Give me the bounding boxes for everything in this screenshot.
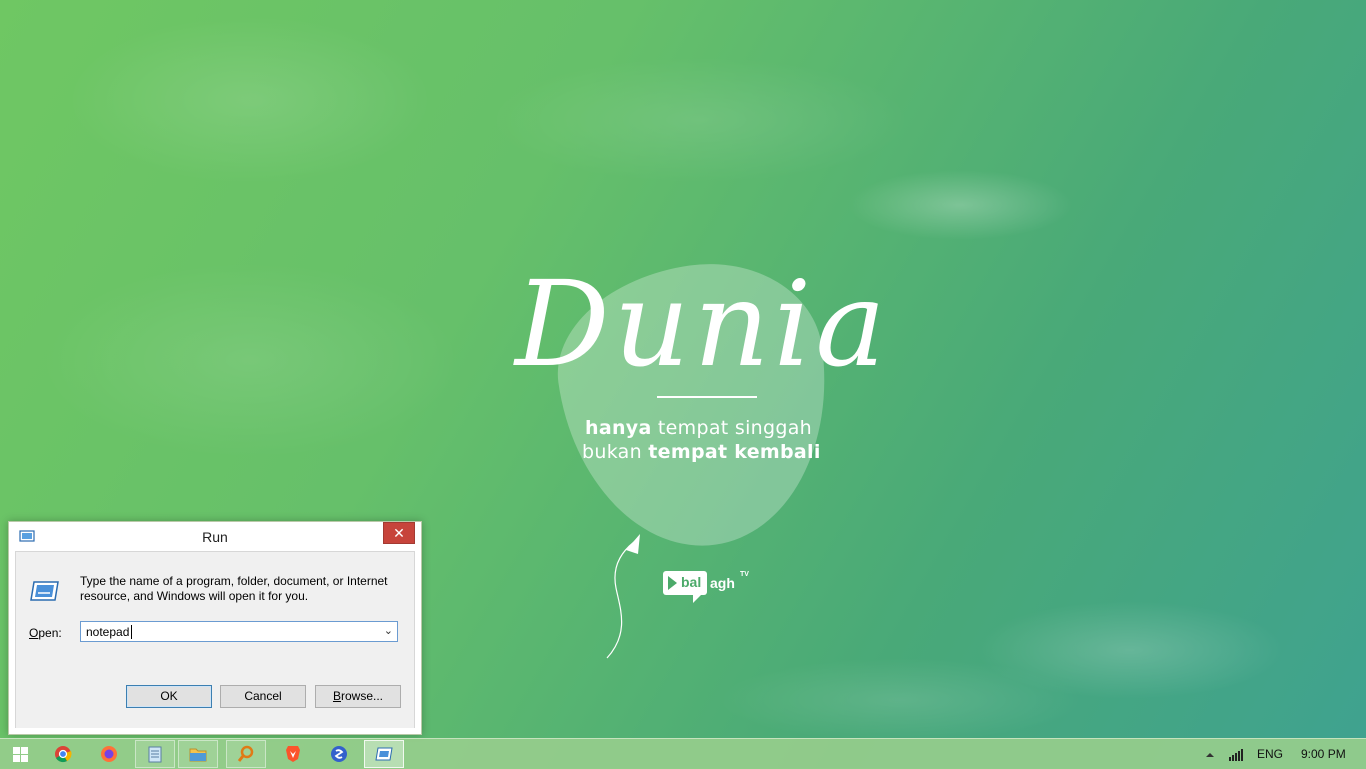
run-description: Type the name of a program, folder, docu… [80, 574, 388, 603]
network-status-button[interactable] [1228, 739, 1244, 769]
open-input-value[interactable]: notepad [86, 625, 129, 639]
clock[interactable]: 9:00 PM [1301, 739, 1346, 769]
run-icon [375, 747, 393, 761]
taskbar-search-tool[interactable] [226, 740, 266, 768]
show-hidden-icons-button[interactable] [1205, 739, 1215, 769]
run-dialog[interactable]: Run ✕ Type the name of a program, folder… [8, 521, 422, 735]
wallpaper-tagline-2: bukan tempat kembali [582, 441, 821, 463]
wallpaper-tagline-1: hanya tempat singgah [585, 417, 812, 439]
windows-logo-icon [12, 746, 28, 762]
notepad-icon [148, 746, 162, 763]
ok-button[interactable]: OK [126, 685, 212, 708]
start-button[interactable] [0, 740, 40, 768]
open-label: Open: [29, 626, 62, 640]
search-tool-icon [237, 745, 254, 762]
taskbar-firefox[interactable] [89, 740, 129, 768]
wallpaper-arrow-icon [606, 534, 640, 659]
wallpaper-divider [657, 396, 757, 398]
taskbar-simplenote[interactable] [319, 740, 359, 768]
cancel-button[interactable]: Cancel [220, 685, 306, 708]
wallpaper-title: Dunia [515, 255, 890, 393]
taskbar-file-explorer[interactable] [178, 740, 218, 768]
language-indicator[interactable]: ENG [1257, 739, 1283, 769]
chevron-up-icon [1206, 752, 1214, 757]
browse-button[interactable]: Browse... [315, 685, 401, 708]
text-caret [131, 625, 132, 639]
brave-icon [286, 746, 300, 762]
network-icon [1229, 748, 1243, 761]
run-body: Type the name of a program, folder, docu… [15, 551, 415, 728]
chevron-down-icon[interactable]: ⌄ [384, 624, 393, 637]
chrome-icon [55, 746, 72, 763]
taskbar: ENG 9:00 PM [0, 738, 1366, 769]
taskbar-chrome[interactable] [43, 740, 83, 768]
taskbar-run[interactable] [364, 740, 404, 768]
simplenote-icon [331, 746, 347, 762]
run-titlebar[interactable]: Run ✕ [9, 522, 421, 551]
run-title: Run [202, 529, 228, 545]
taskbar-brave[interactable] [273, 740, 313, 768]
run-program-icon [30, 581, 59, 601]
open-combobox[interactable]: notepad ⌄ [80, 621, 398, 642]
firefox-icon [101, 746, 117, 762]
file-explorer-icon [189, 748, 207, 762]
taskbar-notepad[interactable] [135, 740, 175, 768]
close-button[interactable]: ✕ [383, 522, 415, 544]
